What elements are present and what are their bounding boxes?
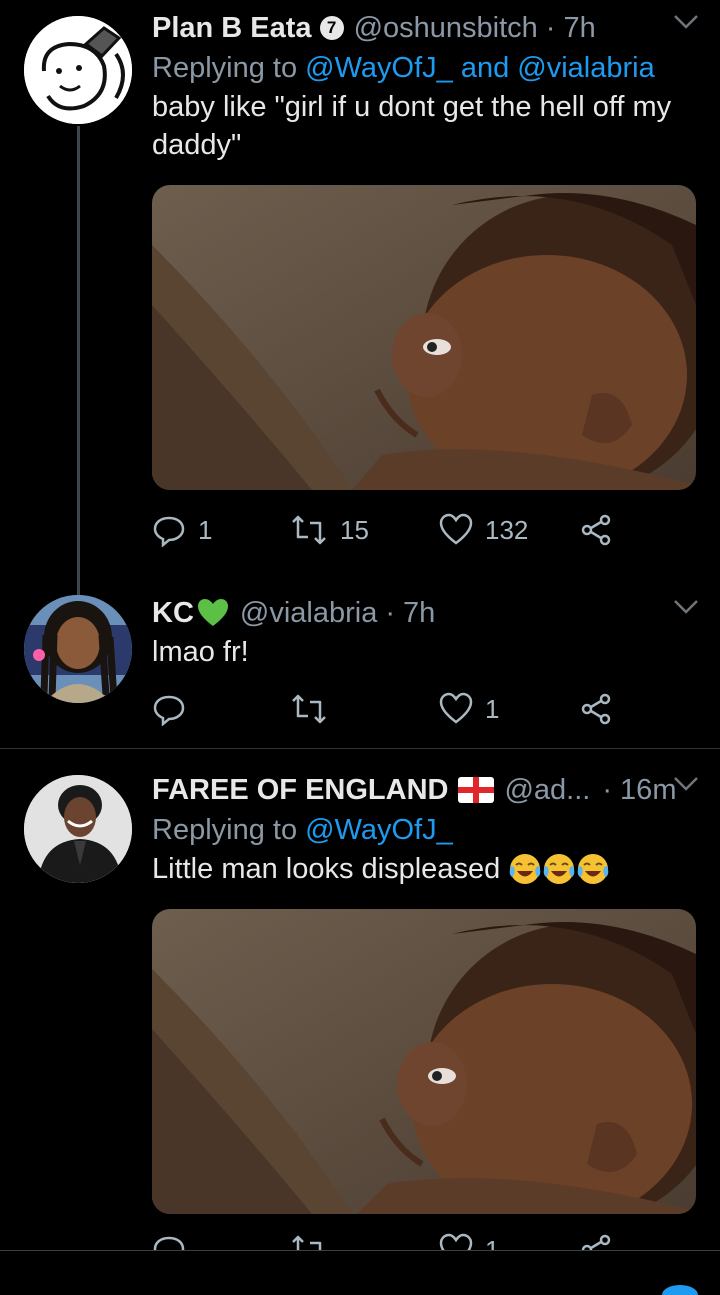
green-heart-emoji-icon <box>197 599 228 626</box>
tweet-plan-b-eata[interactable]: Plan B Eata 7 @oshunsbitch · 7h Replying… <box>0 0 720 575</box>
heart-icon <box>439 1233 473 1250</box>
avatar[interactable] <box>24 595 132 703</box>
tweet-header: KC @vialabria · 7h <box>152 593 696 633</box>
share-icon <box>581 1234 611 1250</box>
mention-and: and <box>460 52 510 84</box>
reply-icon <box>153 516 185 547</box>
like-button[interactable]: 1 <box>439 687 499 731</box>
tweet-header: Plan B Eata 7 @oshunsbitch · 7h <box>152 8 696 48</box>
mention-link[interactable]: @WayOfJ_ <box>305 814 453 846</box>
timestamp: · 16m <box>602 773 677 806</box>
replying-to-label: Replying to <box>152 814 298 846</box>
tweet-divider <box>0 748 720 749</box>
baby-photo <box>152 185 696 490</box>
tweet-photo[interactable] <box>152 909 696 1214</box>
retweet-icon <box>292 515 326 545</box>
retweet-button[interactable]: 15 <box>290 508 369 552</box>
like-count: 1 <box>485 693 500 724</box>
chevron-down-icon[interactable] <box>672 597 700 617</box>
chevron-down-icon[interactable] <box>672 774 700 794</box>
tweet-actions: 1 <box>152 1228 622 1250</box>
like-count: 132 <box>485 514 529 545</box>
england-flag-icon <box>458 777 495 803</box>
heart-icon <box>439 692 473 724</box>
retweet-button[interactable] <box>290 1228 328 1250</box>
handle[interactable]: @vialabria <box>240 597 377 630</box>
like-button[interactable]: 1 <box>439 1228 499 1250</box>
tweet-actions: 1 15 132 <box>152 508 622 552</box>
replying-to: Replying to @WayOfJ_ and @vialabria <box>152 48 696 88</box>
tweet-header: FAREE OF ENGLAND @ad... · 16m <box>152 770 696 810</box>
chevron-down-icon[interactable] <box>672 12 700 32</box>
timestamp: · 7h <box>545 11 596 44</box>
like-count: 1 <box>485 1234 500 1251</box>
user-photo-avatar <box>24 775 132 883</box>
tweet-text: baby like "girl if u dont get the hell o… <box>152 91 672 161</box>
share-icon <box>581 693 611 725</box>
replying-to: Replying to @WayOfJ_ <box>152 810 696 850</box>
reply-count: 1 <box>198 514 213 545</box>
baby-photo <box>152 909 696 1214</box>
display-name[interactable]: FAREE OF ENGLAND <box>152 774 448 807</box>
reply-icon <box>153 695 185 726</box>
share-icon <box>581 514 611 546</box>
retweet-count: 15 <box>340 514 369 545</box>
badge-icon: 7 <box>319 16 344 40</box>
tears-of-joy-emoji-icon <box>543 854 575 884</box>
share-button[interactable] <box>580 687 612 731</box>
avatar[interactable] <box>24 775 132 883</box>
handle[interactable]: @oshunsbitch <box>354 12 538 45</box>
replying-to-label: Replying to <box>152 52 298 84</box>
bottom-bar <box>0 1251 720 1295</box>
tweet-actions: 1 <box>152 687 622 731</box>
avatar[interactable] <box>24 16 132 124</box>
tweet-kc[interactable]: KC @vialabria · 7h lmao fr! 1 <box>0 575 720 745</box>
tweet-faree-of-england[interactable]: FAREE OF ENGLAND @ad... · 16m Replying t… <box>0 750 720 1250</box>
handle[interactable]: @ad... <box>504 774 590 807</box>
reply-button[interactable]: 1 <box>152 508 212 552</box>
tweet-photo[interactable] <box>152 185 696 490</box>
timestamp: · 7h <box>385 596 436 629</box>
tweet-text: lmao fr! <box>152 636 249 668</box>
reply-button[interactable] <box>152 1228 186 1250</box>
user-photo-avatar <box>24 595 132 703</box>
retweet-button[interactable] <box>290 687 328 731</box>
display-name[interactable]: Plan B Eata <box>152 12 312 45</box>
retweet-icon <box>292 1235 322 1250</box>
share-button[interactable] <box>580 1228 612 1250</box>
share-button[interactable] <box>580 508 612 552</box>
tears-of-joy-emoji-group <box>508 852 610 886</box>
mention-link[interactable]: @WayOfJ_ <box>305 52 453 84</box>
sketch-baby-avatar-icon <box>24 16 132 124</box>
retweet-icon <box>292 694 326 724</box>
tweet-text: Little man looks displeased <box>152 850 696 888</box>
tweet-text-content: Little man looks displeased <box>152 853 501 885</box>
tears-of-joy-emoji-icon <box>509 854 541 884</box>
fab-edge-icon[interactable] <box>660 1275 700 1295</box>
reply-icon <box>153 1236 185 1250</box>
tears-of-joy-emoji-icon <box>577 854 609 884</box>
like-button[interactable]: 132 <box>439 508 528 552</box>
display-name[interactable]: KC <box>152 597 194 630</box>
reply-button[interactable] <box>152 687 186 731</box>
heart-icon <box>439 513 473 545</box>
mention-link[interactable]: @vialabria <box>517 52 654 84</box>
